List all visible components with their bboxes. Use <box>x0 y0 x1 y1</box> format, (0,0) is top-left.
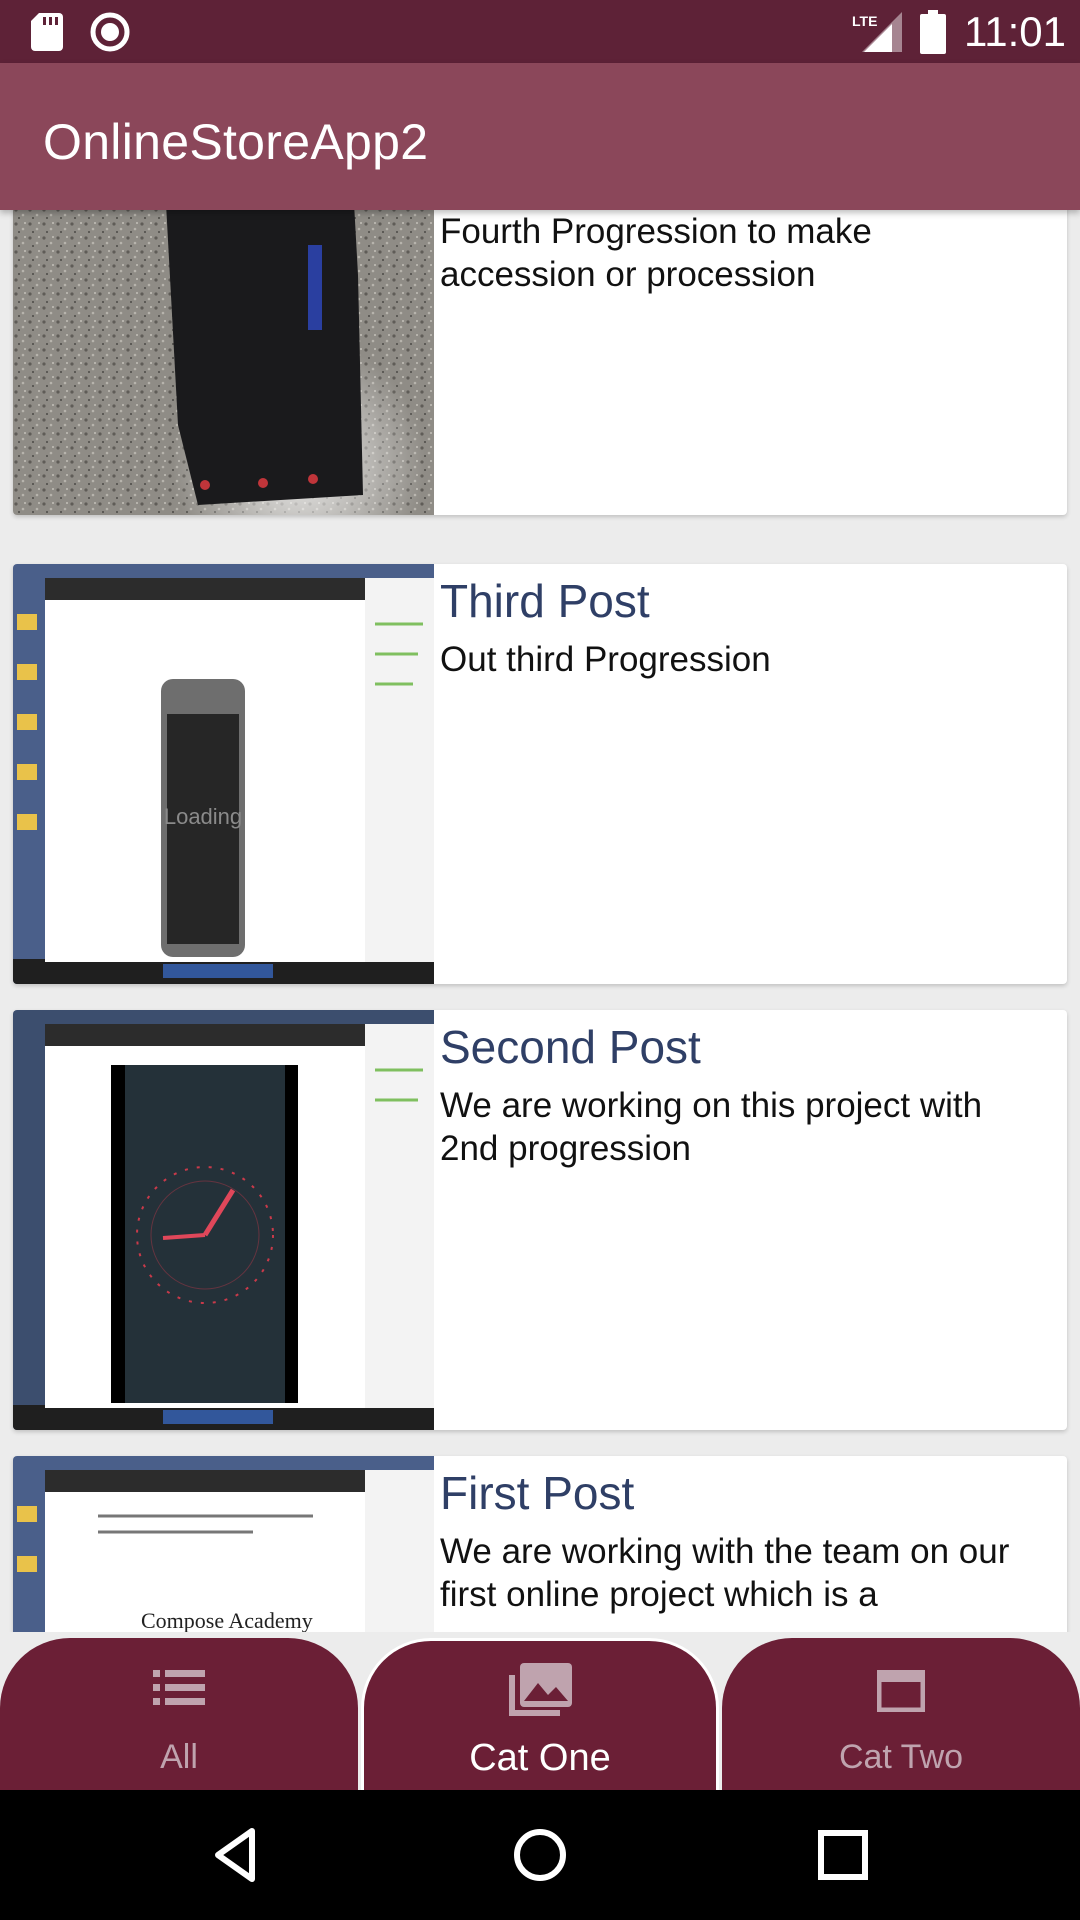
tab-all[interactable]: All <box>0 1638 358 1790</box>
back-icon[interactable] <box>206 1825 266 1885</box>
bottom-navigation: All Cat One Cat Two <box>0 1632 1080 1790</box>
lte-signal-icon: LTE <box>852 12 902 52</box>
app-title: OnlineStoreApp2 <box>43 114 429 170</box>
post-text: First Post We are working with the team … <box>440 1456 1037 1616</box>
post-thumbnail: Loading <box>13 564 434 984</box>
sd-card-icon <box>31 13 63 51</box>
post-body: Fourth Progression to make accession or … <box>440 212 872 294</box>
post-title: First Post <box>440 1467 635 1519</box>
app-bar: OnlineStoreApp2 <box>0 63 1080 210</box>
status-bar: LTE 11:01 <box>0 0 1080 63</box>
svg-text:LTE: LTE <box>852 13 877 29</box>
tab-label: Cat One <box>469 1737 611 1779</box>
tab-label: All <box>160 1738 198 1776</box>
post-body: We are working with the team on our firs… <box>440 1532 1010 1614</box>
list-icon <box>153 1670 205 1705</box>
post-text: Third Post Out third Progression <box>440 564 1037 681</box>
post-text: Second Post We are working on this proje… <box>440 1010 1037 1170</box>
recording-icon <box>90 12 130 52</box>
svg-text:Compose Academy: Compose Academy <box>141 1608 313 1632</box>
post-thumbnail <box>13 210 434 515</box>
post-card[interactable]: Fourth Progression to make accession or … <box>13 210 1067 515</box>
clock: 11:01 <box>964 8 1066 55</box>
battery-icon <box>920 10 946 54</box>
system-navigation-bar <box>0 1790 1080 1920</box>
svg-text:Loading: Loading <box>164 804 242 829</box>
post-thumbnail: Compose Academy <box>13 1456 434 1632</box>
window-icon <box>877 1670 925 1712</box>
post-text: Fourth Progression to make accession or … <box>440 210 1037 296</box>
home-icon[interactable] <box>510 1825 570 1885</box>
post-title: Third Post <box>440 575 650 627</box>
tab-cat-one[interactable]: Cat One <box>361 1638 719 1790</box>
post-card[interactable]: Loading Third Post Out third Progression <box>13 564 1067 984</box>
post-title: Second Post <box>440 1021 701 1073</box>
post-list[interactable]: Fourth Progression to make accession or … <box>0 210 1080 1632</box>
post-card[interactable]: Compose Academy First Post We are workin… <box>13 1456 1067 1632</box>
post-body: We are working on this project with 2nd … <box>440 1086 983 1168</box>
recents-icon[interactable] <box>813 1825 873 1885</box>
post-card[interactable]: Second Post We are working on this proje… <box>13 1010 1067 1430</box>
post-thumbnail <box>13 1010 434 1430</box>
tab-label: Cat Two <box>838 1738 964 1776</box>
photo-library-icon <box>509 1663 572 1716</box>
post-body: Out third Progression <box>440 640 771 679</box>
tab-cat-two[interactable]: Cat Two <box>722 1638 1080 1790</box>
